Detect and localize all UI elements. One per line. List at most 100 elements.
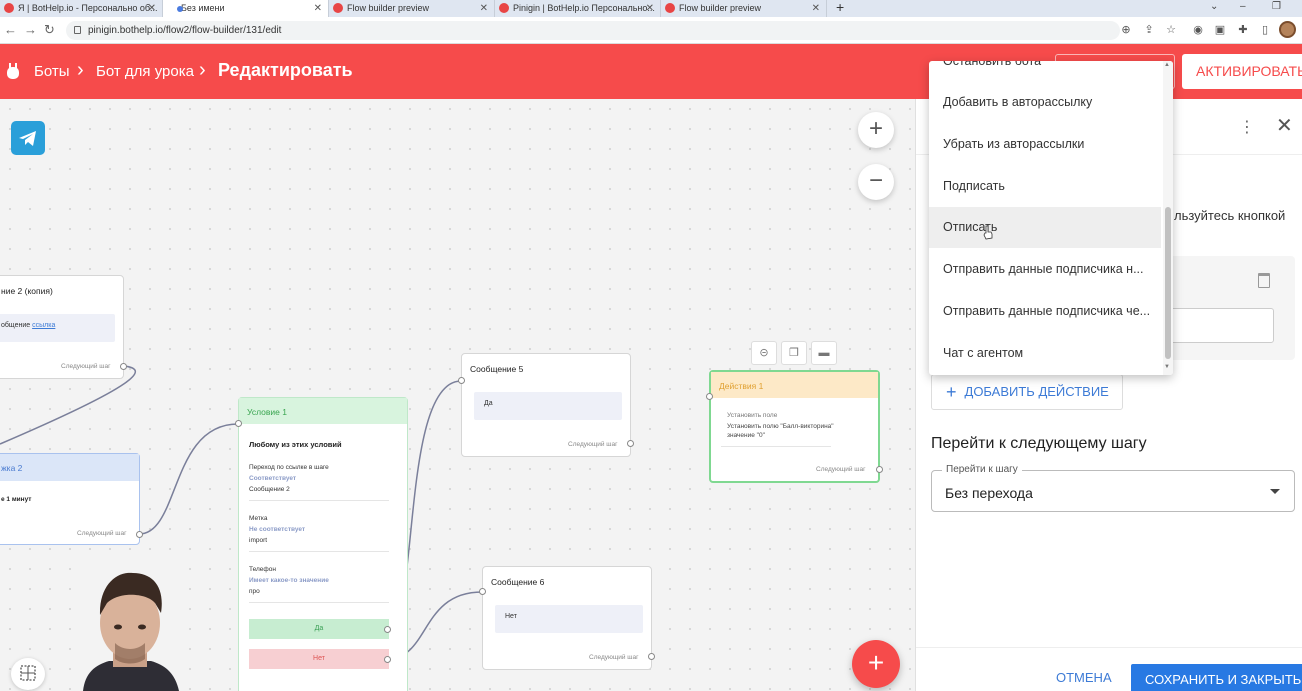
connector-port[interactable] [384,656,391,663]
bothelp-logo-icon[interactable] [6,62,20,80]
connector-port[interactable] [458,377,465,384]
add-action-button[interactable]: + ДОБАВИТЬ ДЕЙСТВИЕ [931,374,1123,410]
close-tab-icon[interactable]: ✕ [812,0,820,17]
dropdown-item-stop-bot[interactable]: Остановить бота [929,61,1161,82]
action-type-dropdown[interactable]: Остановить бота Добавить в авторассылку … [929,61,1173,375]
select-label: Перейти к шагу [942,464,1022,475]
box-link[interactable]: ссылка [32,322,55,329]
dropdown-item-remove-autosend[interactable]: Убрать из авторассылки [929,124,1161,165]
close-tab-icon[interactable]: ✕ [314,0,322,17]
trash-icon[interactable] [1258,273,1270,288]
tab-title: Без имени [181,3,225,13]
next-step-select[interactable]: Перейти к шагу Без перехода [931,464,1295,512]
breadcrumb-bots[interactable]: Боты [34,63,70,80]
flow-node-message[interactable]: Сообщение 6 Нет Следующий шаг [482,566,652,670]
dropdown-item-send-data-1[interactable]: Отправить данные подписчика н... [929,249,1161,290]
grid-view-icon[interactable] [11,658,45,690]
dropdown-scrollbar[interactable]: ▲ ▼ [1163,61,1173,375]
sidepanel-icon[interactable]: ▯ [1259,24,1271,36]
connector-port[interactable] [384,626,391,633]
browser-tab-active[interactable]: Без имени ✕ [163,0,329,17]
cancel-button[interactable]: ОТМЕНА [1056,670,1112,685]
next-step-label: Следующий шаг [77,530,127,537]
tab-title: Pinigin | BotHelp.io Персонально... [513,3,655,13]
dropdown-item-agent-chat[interactable]: Чат с агентом [929,333,1161,374]
forward-icon[interactable]: → [24,22,37,37]
flow-node-delay[interactable]: жка 2 е 1 минут Следующий шаг [0,453,140,545]
more-options-icon[interactable]: ⋮ [1239,117,1255,137]
add-action-label: ДОБАВИТЬ ДЕЙСТВИЕ [964,384,1109,399]
node-title: Сообщение 5 [470,364,524,374]
box-text: общение [1,322,31,329]
share-icon[interactable]: ⇪ [1143,24,1155,36]
message-box: Да [474,392,622,420]
condition-heading: Любому из этих условий [249,440,342,449]
profile-avatar[interactable] [1279,21,1296,38]
copy-icon[interactable]: ❐ [781,341,807,365]
condition-yes-branch[interactable]: Да [249,619,389,639]
save-close-button[interactable]: СОХРАНИТЬ И ЗАКРЫТЬ [1131,664,1302,691]
puzzle-icon[interactable]: ✚ [1237,24,1249,36]
add-step-button[interactable]: + [852,640,900,688]
tab-title: Flow builder preview [679,3,762,13]
connector-port[interactable] [706,393,713,400]
chevron-right-icon: › [199,59,206,81]
dropdown-item-send-data-2[interactable]: Отправить данные подписчика че... [929,291,1161,332]
action-label: Установить поле [727,412,778,419]
tab-title: Flow builder preview [347,3,430,13]
browser-tab[interactable]: Pinigin | BotHelp.io Персонально... ✕ [495,0,661,17]
link-icon[interactable]: ⊝ [751,341,777,365]
close-tab-icon[interactable]: ✕ [480,0,488,17]
connector-port[interactable] [120,363,127,370]
delete-icon[interactable]: ▬ [811,341,837,365]
scroll-up-icon[interactable]: ▲ [1164,62,1170,68]
next-step-label: Следующий шаг [568,441,618,448]
connector-port[interactable] [479,588,486,595]
url-input[interactable]: pinigin.bothelp.io/flow2/flow-builder/13… [66,21,1120,40]
condition-label: Телефон [249,566,276,573]
back-icon[interactable]: ← [4,22,17,37]
bookmark-star-icon[interactable]: ☆ [1165,24,1177,36]
close-tab-icon[interactable]: ✕ [646,0,654,17]
flow-node-message[interactable]: ние 2 (копия) общение ссылка Следующий ш… [0,275,124,379]
divider [249,500,389,501]
activate-button[interactable]: АКТИВИРОВАТЬ [1182,54,1302,89]
connector-port[interactable] [136,531,143,538]
next-step-label: Следующий шаг [61,363,111,370]
dropdown-item-subscribe[interactable]: Подписать [929,166,1161,207]
dropdown-item-unsubscribe[interactable]: Отписать [929,207,1161,248]
tab-search-icon[interactable]: ⌄ [1210,0,1218,14]
minimize-icon[interactable]: – [1240,0,1246,14]
condition-no-branch[interactable]: Нет [249,649,389,669]
breadcrumb-bot[interactable]: Бот для урока [96,63,194,80]
scroll-down-icon[interactable]: ▼ [1164,364,1170,370]
new-tab-icon[interactable]: + [836,0,844,15]
connector-port[interactable] [876,466,883,473]
browser-tab[interactable]: Flow builder preview ✕ [329,0,495,17]
flow-node-message[interactable]: Сообщение 5 Да Следующий шаг [461,353,631,457]
extension-icon[interactable]: ▣ [1214,24,1226,36]
dropdown-item-add-autosend[interactable]: Добавить в авторассылку [929,82,1161,123]
action-desc: значение "0" [727,432,765,439]
restore-icon[interactable]: ❐ [1272,0,1281,14]
node-title: Действия 1 [711,372,878,398]
reload-icon[interactable]: ↻ [44,22,55,38]
webcam-presenter-image [75,563,185,691]
scrollbar-thumb[interactable] [1165,207,1171,359]
flow-node-condition[interactable]: Условие 1 Любому из этих условий Переход… [238,397,408,691]
browser-tab[interactable]: Я | BotHelp.io - Персонально об... ✕ [0,0,163,17]
message-box: общение ссылка [0,314,115,342]
browser-tab[interactable]: Flow builder preview ✕ [661,0,827,17]
next-step-label: Следующий шаг [589,654,639,661]
connector-port[interactable] [235,420,242,427]
extension-icon[interactable]: ◉ [1192,24,1204,36]
close-tab-icon[interactable]: ✕ [148,0,156,17]
zoom-icon[interactable]: ⊕ [1120,24,1132,36]
panel-footer: ОТМЕНА СОХРАНИТЬ И ЗАКРЫТЬ [916,647,1302,691]
panel-hint-text: льзуйтесь кнопкой [1174,208,1286,223]
connector-port[interactable] [648,653,655,660]
action-value-input[interactable] [1166,308,1274,343]
close-icon[interactable]: ✕ [1276,113,1293,138]
flow-node-action[interactable]: Действия 1 Установить поле Установить по… [709,370,880,483]
connector-port[interactable] [627,440,634,447]
